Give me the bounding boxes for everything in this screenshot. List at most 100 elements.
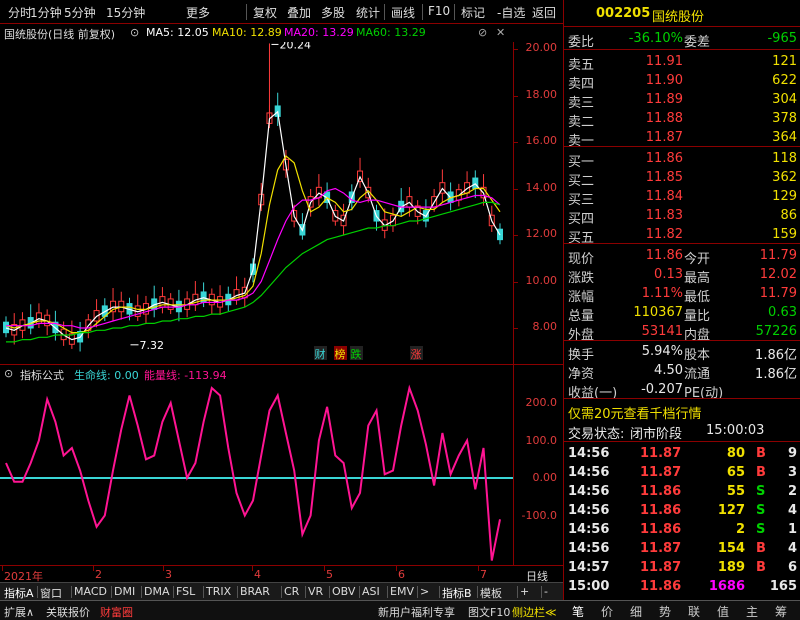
date-tick: 2 [95,568,102,581]
indicator-tab-6[interactable]: TRIX [206,585,231,598]
indicator-tab-10[interactable]: OBV [332,585,355,598]
indicator-tab-13[interactable]: > [420,585,429,598]
tick-row: 14:56 11.87 154 B 4 [564,539,800,558]
promo-link[interactable]: 新用户福利专享 [378,604,455,620]
promo-text[interactable]: 仅需20元查看千档行情 [568,403,702,422]
indicator-tab-12[interactable]: EMV [390,585,414,598]
close-icon[interactable]: ✕ [496,26,505,39]
detail-tab-1[interactable]: 价 [601,603,613,620]
date-tick: 3 [165,568,172,581]
indicator-axis: 200.0 100.0 0.00 -100.0 [513,364,563,565]
indicator-tick: 0.00 [532,471,558,484]
tick-time: 14:56 [568,503,610,518]
detail-tab-0[interactable]: 笔 [572,603,584,620]
f10-button[interactable]: 图文F10 [468,604,510,620]
order-volume: 622 [772,73,797,88]
indicator-tab-3[interactable]: DMI [114,585,135,598]
toolbar-item-1[interactable]: 1分钟 [30,4,62,21]
detail-tab-2[interactable]: 细 [630,603,642,620]
status-label: 交易状态: [568,427,625,442]
wealth-circle-button[interactable]: 财富圈 [100,604,133,620]
event-marker[interactable]: 涨 [411,348,422,361]
tick-row: 14:57 11.87 189 B 6 [564,558,800,577]
indicator-tab-17[interactable]: - [544,585,548,598]
tick-direction: S [756,522,766,537]
event-marker[interactable]: 榜 [335,347,346,361]
indicator-tab-4[interactable]: DMA [144,585,170,598]
order-row: 买二 11.85 362 [564,168,800,189]
order-price: 11.84 [645,189,683,204]
indicator-tab-16[interactable]: + [520,585,529,598]
toolbar-item-11[interactable]: 标记 [461,4,485,21]
toolbar-item-9[interactable]: 画线 [391,4,415,21]
fund-value: 4.50 [654,363,683,378]
event-marker[interactable]: 财 [315,347,326,361]
candles [3,43,503,352]
order-price: 11.83 [645,208,683,223]
tick-direction: S [756,484,766,499]
expand-button[interactable]: 扩展∧ [4,604,34,620]
fund-row: 换手 5.94% 股本 1.86亿 [564,342,800,363]
quote-value: 57226 [755,324,797,339]
tick-direction: S [756,503,766,518]
indicator-tab-2[interactable]: MACD [74,585,107,598]
indicator-tab-1[interactable]: 窗口 [40,585,62,601]
date-axis: 2021年 2 3 4 5 6 7 日线 [0,565,563,583]
order-row: 买四 11.83 86 [564,206,800,227]
toolbar-item-2[interactable]: 5分钟 [64,4,96,21]
toolbar-item-8[interactable]: 统计 [356,4,380,21]
toolbar-item-7[interactable]: 多股 [321,4,345,21]
quote-row: 总量 110367 量比 0.63 [564,303,800,324]
indicator-tab-15[interactable]: 模板 [480,585,502,601]
tick-row: 15:00 11.86 1686 165 [564,577,800,596]
toolbar-item-10[interactable]: F10 [428,4,450,18]
indicator-tab-14[interactable]: 指标B [442,585,472,601]
toolbar-item-13[interactable]: 返回 [532,4,556,21]
energy-line-value: 能量线: -113.94 [144,369,227,382]
tick-direction: B [756,560,766,575]
indicator-tab-9[interactable]: VR [308,585,323,598]
detail-tab-7[interactable]: 筹 [775,603,787,620]
price-axis: 20.00 18.00 16.00 14.00 12.00 10.00 8.00 [513,41,563,364]
low-annotation: 7.32 [140,339,165,352]
quote-panel: 002205 国统股份 委比 -36.10% 委差 -965 卖五 11.91 12… [563,0,800,619]
toolbar-item-6[interactable]: 叠加 [287,4,311,21]
price-chart[interactable]: 20.24 7.32 财榜跌 涨 [0,42,513,364]
settings-icon[interactable]: ⊘ [478,26,487,39]
indicator-tab-5[interactable]: FSL [176,585,195,598]
event-marker[interactable]: 跌 [351,347,362,361]
promo-row[interactable]: 仅需20元查看千档行情 [564,401,800,422]
detail-tab-5[interactable]: 值 [717,603,729,620]
indicator-tab-8[interactable]: CR [284,585,299,598]
collapse-icon[interactable]: ⊙ [4,367,13,380]
price-tick: 20.00 [525,41,558,54]
collapse-icon[interactable]: ⊙ [130,26,139,39]
indicator-tab-11[interactable]: ASI [362,585,380,598]
detail-tab-3[interactable]: 势 [659,603,671,620]
sidebar-toggle[interactable]: 侧边栏≪ [512,604,557,620]
toolbar-item-5[interactable]: 复权 [253,4,277,21]
quote-value: 53141 [641,324,683,339]
toolbar-item-3[interactable]: 15分钟 [106,4,145,21]
tick-volume: 154 [717,541,745,556]
detail-tab-4[interactable]: 联 [688,603,700,620]
order-volume: 86 [780,208,797,223]
order-row: 卖五 11.91 121 [564,52,800,73]
indicator-tabs: 指标A 窗口 MACD DMI DMA FSL TRIX BRAR CR VR OBV ASI EMV >… [0,582,563,600]
price-tick: 18.00 [525,87,558,101]
toolbar-item-0[interactable]: 分时 [8,4,32,21]
indicator-tab-0[interactable]: 指标A [4,585,34,601]
detail-tab-6[interactable]: 主 [746,603,758,620]
toolbar-item-4[interactable]: 更多 [186,4,210,21]
indicator-chart[interactable] [0,382,513,565]
tick-count: 9 [787,446,797,461]
tick-volume: 55 [726,484,745,499]
indicator-tab-7[interactable]: BRAR [240,585,270,598]
price-tick: 16.00 [525,134,558,147]
candle-body [3,321,9,334]
tick-count: 6 [787,560,797,575]
status-time: 15:00:03 [706,423,765,438]
related-quote-button[interactable]: 关联报价 [46,604,90,620]
status-row: 交易状态: 闭市阶段 15:00:03 [564,421,800,442]
toolbar-item-12[interactable]: -自选 [497,4,525,21]
